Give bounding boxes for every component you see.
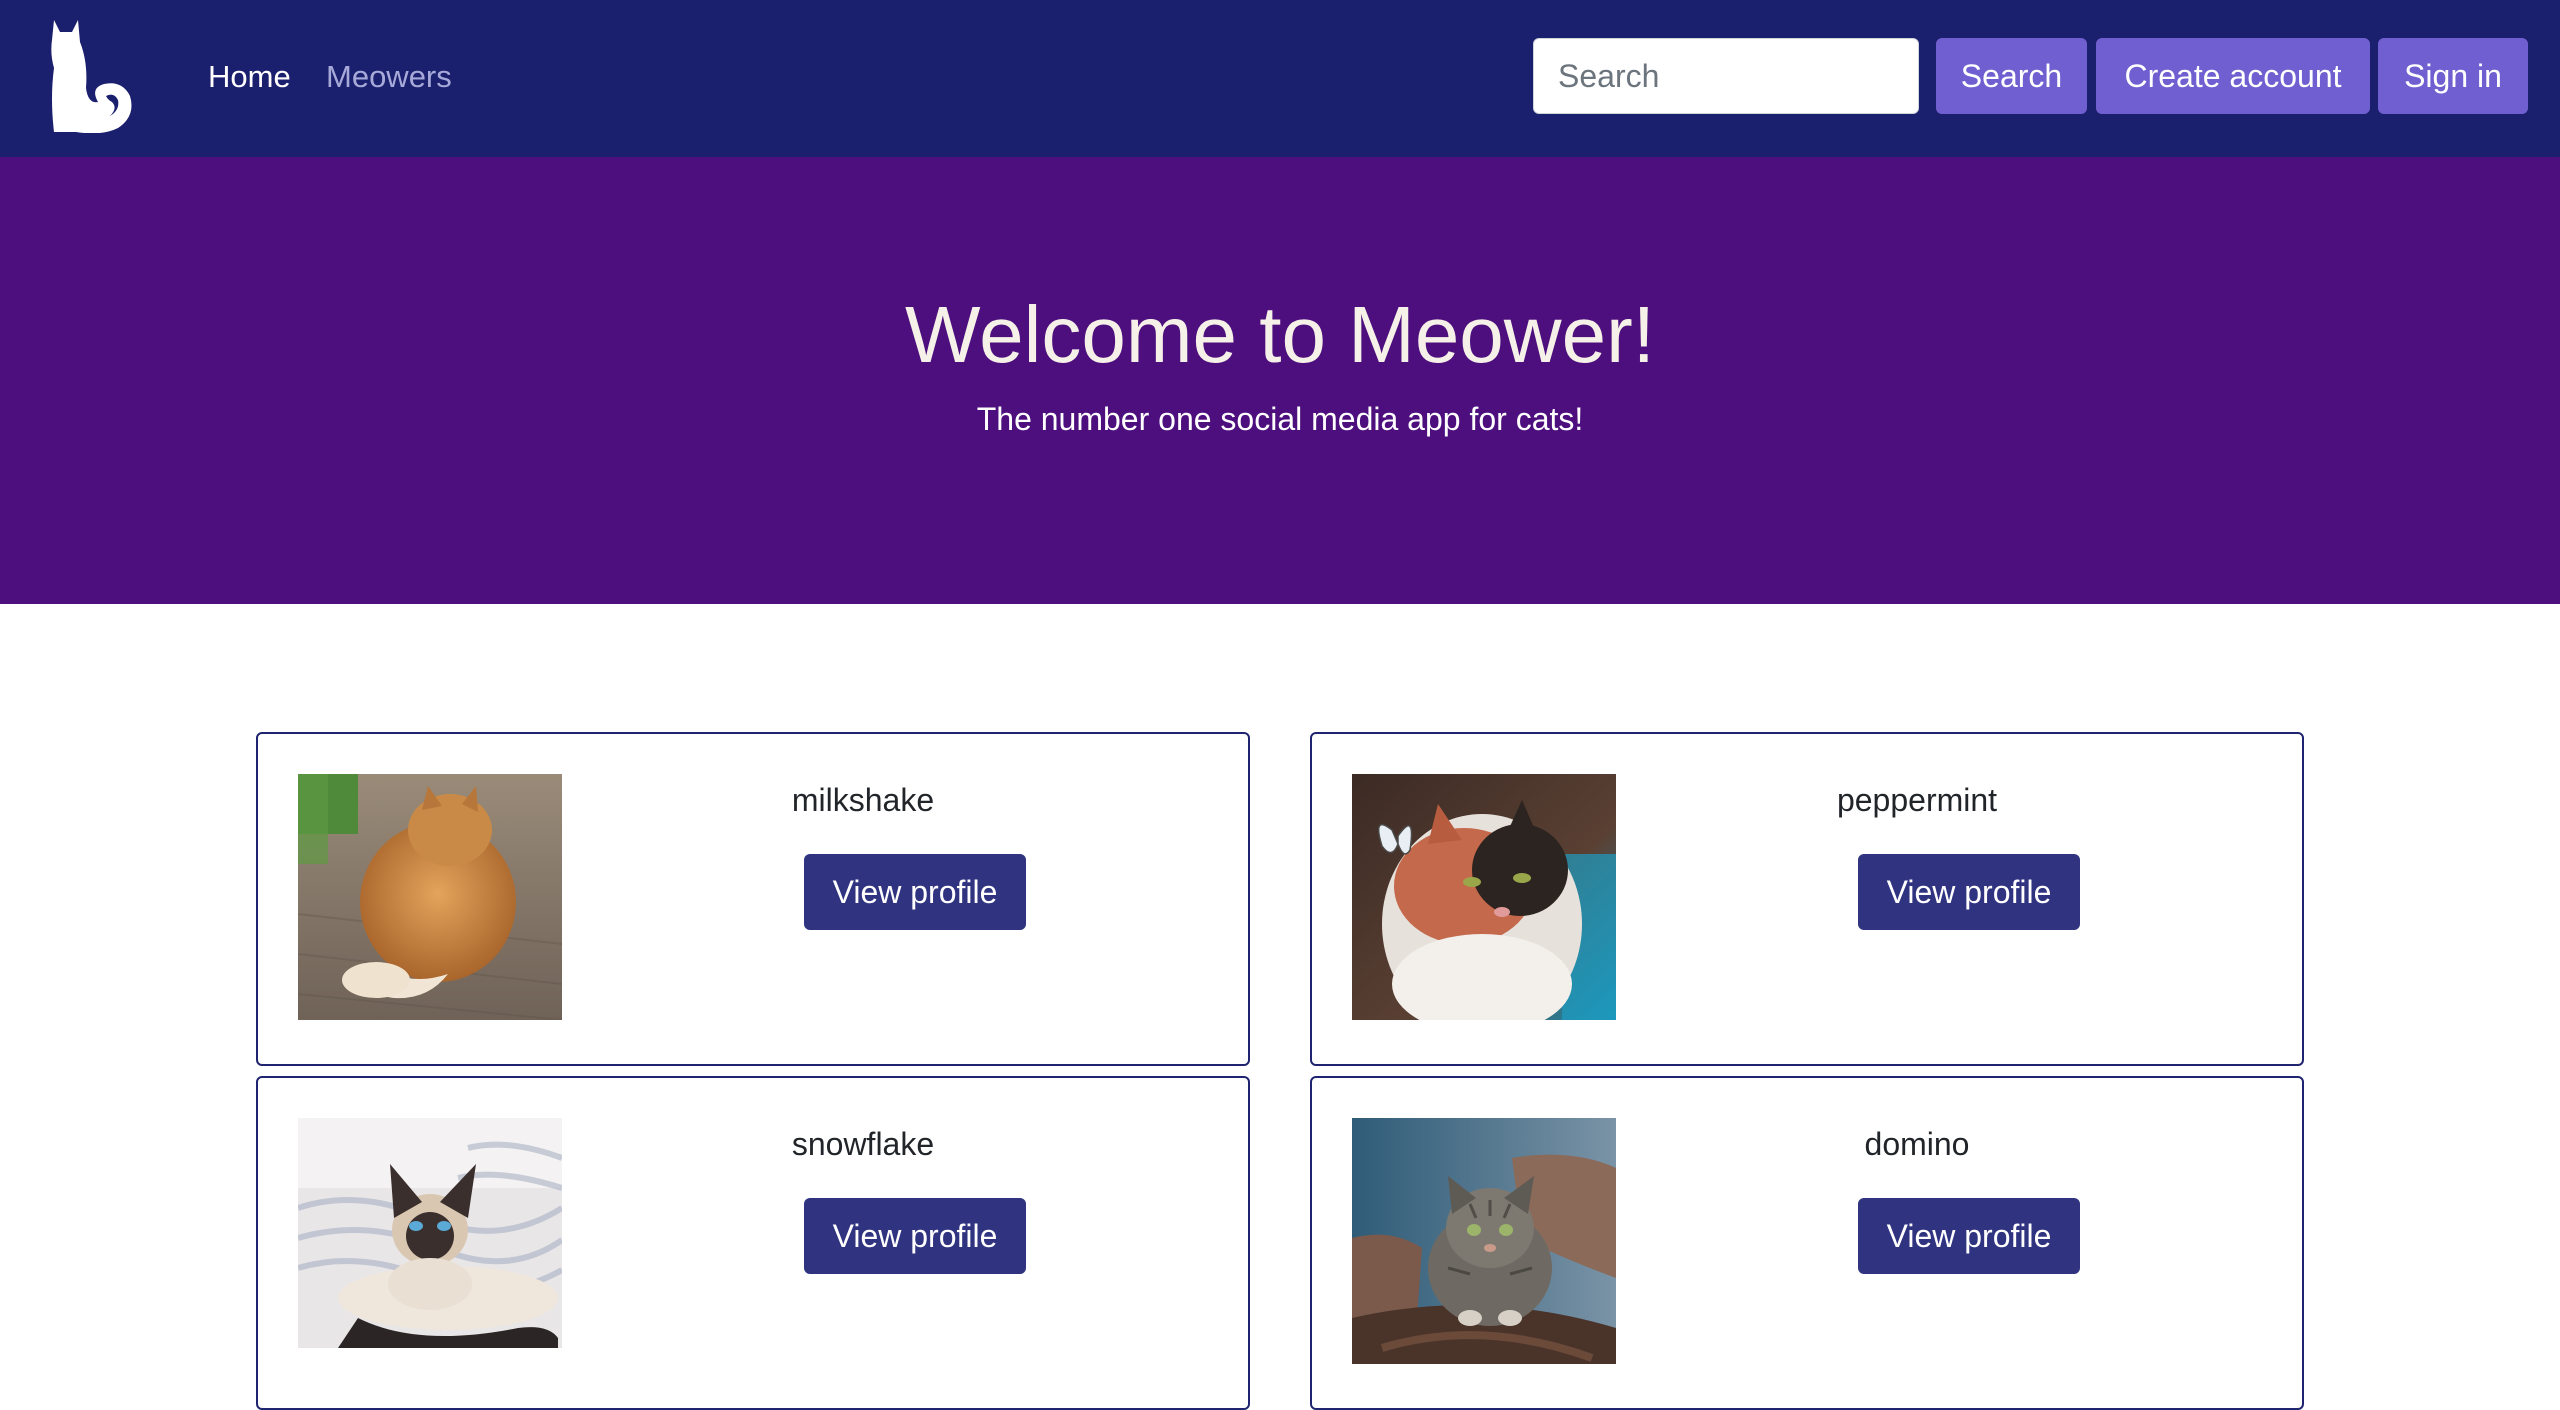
view-profile-button[interactable]: View profile [1858,854,2080,930]
search-button[interactable]: Search [1936,38,2087,114]
create-account-button[interactable]: Create account [2096,38,2370,114]
nav-link-home[interactable]: Home [208,54,291,100]
profile-card: milkshake View profile [256,732,1250,1066]
sign-in-button[interactable]: Sign in [2378,38,2528,114]
view-profile-button[interactable]: View profile [1858,1198,2080,1274]
profile-card: domino View profile [1310,1076,2304,1410]
view-profile-button[interactable]: View profile [804,854,1026,930]
profile-photo [298,1118,562,1364]
cat-logo-icon[interactable] [46,18,146,133]
profile-card: peppermint View profile [1310,732,2304,1066]
nav-link-meowers[interactable]: Meowers [326,54,452,100]
profile-photo [298,774,562,1020]
hero-banner: Welcome to Meower! The number one social… [0,157,2560,604]
profile-name: snowflake [791,1126,935,1162]
profile-photo [1352,774,1616,1020]
profile-photo [1352,1118,1616,1364]
navbar: Home Meowers Search Create account Sign … [0,0,2560,157]
search-input[interactable] [1533,38,1919,114]
profile-card: snowflake View profile [256,1076,1250,1410]
view-profile-button[interactable]: View profile [804,1198,1026,1274]
profile-name: domino [1864,1126,1970,1162]
profile-name: peppermint [1836,782,1998,818]
profile-name: milkshake [791,782,935,818]
hero-title: Welcome to Meower! [905,290,1655,379]
hero-subtitle: The number one social media app for cats… [976,401,1584,437]
